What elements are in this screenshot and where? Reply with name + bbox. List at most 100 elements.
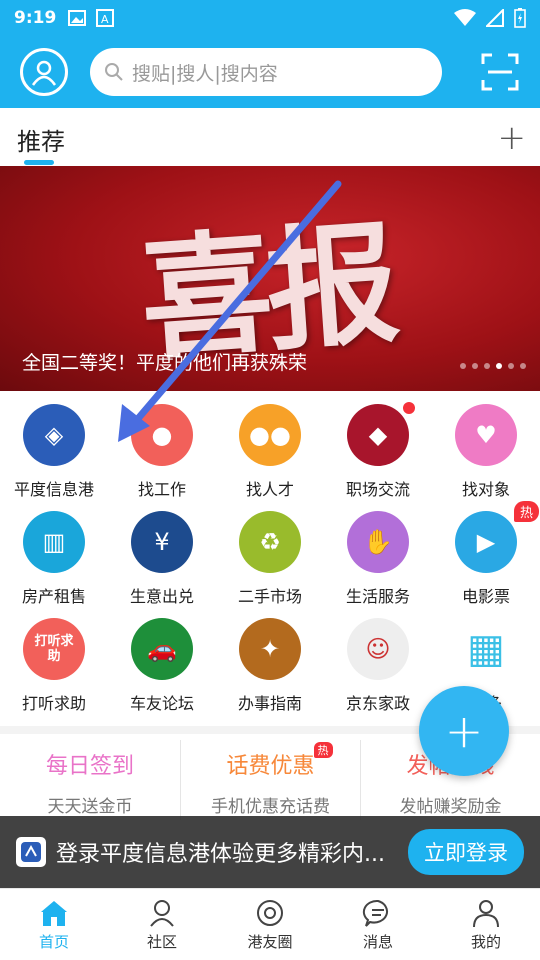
promo-subtitle: 手机优惠充话费 <box>211 797 330 817</box>
pingdu-info-icon: ◈ <box>23 404 85 466</box>
nav-home[interactable]: 首页 <box>0 889 108 960</box>
nav-label: 消息 <box>362 933 393 951</box>
tab-recommend[interactable]: 推荐 <box>17 122 65 157</box>
message-icon <box>362 899 388 927</box>
add-tab-icon[interactable]: + <box>498 118 527 158</box>
nav-community[interactable]: 社区 <box>108 889 216 960</box>
battery-icon <box>514 8 526 28</box>
app-header: 搜贴|搜人|搜内容 <box>0 36 540 108</box>
community-icon <box>150 900 174 927</box>
signal-icon <box>486 9 504 27</box>
category-label: 生活服务 <box>345 587 410 606</box>
text-icon: A <box>96 9 115 27</box>
search-placeholder: 搜贴|搜人|搜内容 <box>132 62 278 85</box>
find-partner-icon: ♥ <box>455 404 517 466</box>
svg-text:A: A <box>101 13 109 26</box>
ask-help-icon: 打听求助 <box>23 618 85 680</box>
promo-title-text: 话费优惠 <box>226 754 315 779</box>
find-job-icon: ● <box>131 404 193 466</box>
category-ask-help[interactable]: 打听求助 打听求助 <box>0 612 108 717</box>
category-label: 车友论坛 <box>129 694 194 713</box>
nav-label: 我的 <box>470 933 501 951</box>
carousel-dot[interactable] <box>496 363 502 369</box>
promo-title: 话费优惠热 <box>226 742 333 780</box>
wifi-icon <box>454 9 476 26</box>
banner-carousel[interactable]: 喜报 全国二等奖！平度的他们再获殊荣 <box>0 166 540 391</box>
category-label: 找人才 <box>245 480 294 499</box>
more-icon: ▦ <box>455 618 517 680</box>
scan-icon[interactable] <box>480 52 520 92</box>
car-forum-icon: 🚗 <box>131 618 193 680</box>
image-icon <box>68 10 87 26</box>
carousel-dots <box>460 363 526 369</box>
category-office-guide[interactable]: ✦ 办事指南 <box>216 612 324 717</box>
search-input[interactable]: 搜贴|搜人|搜内容 <box>90 48 442 96</box>
housing-icon: ▥ <box>23 511 85 573</box>
hot-badge: 热 <box>513 501 539 522</box>
category-label: 办事指南 <box>237 694 302 713</box>
category-housing[interactable]: ▥ 房产租售 <box>0 505 108 610</box>
category-find-job[interactable]: ● 找工作 <box>108 398 216 503</box>
jd-housekeeping-icon: ☺ <box>347 618 409 680</box>
hot-badge: 热 <box>313 742 333 758</box>
category-business-transfer[interactable]: ¥ 生意出兑 <box>108 505 216 610</box>
carousel-dot[interactable] <box>484 363 490 369</box>
category-life-service[interactable]: ✋ 生活服务 <box>324 505 432 610</box>
category-label: 打听求助 <box>21 694 86 713</box>
promo-phone-credit[interactable]: 话费优惠热 手机优惠充话费 <box>180 740 360 820</box>
category-label: 职场交流 <box>345 480 410 499</box>
app-logo-icon <box>16 837 46 867</box>
search-icon <box>105 63 123 81</box>
category-label: 二手市场 <box>237 587 302 606</box>
nav-friends-circle[interactable]: 港友圈 <box>216 889 324 960</box>
category-workplace[interactable]: ◆ 职场交流 <box>324 398 432 503</box>
home-icon <box>41 901 67 926</box>
category-label: 京东家政 <box>345 694 410 713</box>
promo-daily-checkin[interactable]: 每日签到 天天送金币 <box>0 740 180 820</box>
carousel-dot[interactable] <box>508 363 514 369</box>
promo-subtitle: 天天送金币 <box>47 797 133 817</box>
category-label: 房产租售 <box>21 587 86 606</box>
category-pingdu-info[interactable]: ◈ 平度信息港 <box>0 398 108 503</box>
login-button[interactable]: 立即登录 <box>408 829 524 875</box>
promo-subtitle: 发帖赚奖励金 <box>399 797 502 817</box>
carousel-dot[interactable] <box>460 363 466 369</box>
status-bar: 9:19 A <box>0 0 540 36</box>
category-label: 找对象 <box>461 480 510 499</box>
nav-me[interactable]: 我的 <box>432 889 540 960</box>
tab-bar: 推荐 + <box>0 108 540 166</box>
profile-button[interactable] <box>20 48 68 96</box>
category-car-forum[interactable]: 🚗 车友论坛 <box>108 612 216 717</box>
category-second-hand[interactable]: ♻ 二手市场 <box>216 505 324 610</box>
workplace-icon: ◆ <box>347 402 415 466</box>
login-banner: 登录平度信息港体验更多精彩内... 立即登录 <box>0 816 540 888</box>
create-post-button[interactable]: + <box>419 686 509 776</box>
carousel-dot[interactable] <box>472 363 478 369</box>
user-icon <box>31 60 57 86</box>
office-guide-icon: ✦ <box>239 618 301 680</box>
login-message: 登录平度信息港体验更多精彩内... <box>56 842 385 867</box>
nav-label: 首页 <box>38 933 69 951</box>
life-service-icon: ✋ <box>347 511 409 573</box>
nav-label: 港友圈 <box>247 933 293 951</box>
category-find-talent[interactable]: ●● 找人才 <box>216 398 324 503</box>
category-label: 生意出兑 <box>129 587 194 606</box>
promo-title: 每日签到 <box>45 754 134 779</box>
active-tab-indicator <box>24 160 54 165</box>
status-time: 9:19 <box>14 8 57 28</box>
category-jd-housekeeping[interactable]: ☺ 京东家政 <box>324 612 432 717</box>
banner-caption: 全国二等奖！平度的他们再获殊荣 <box>22 352 308 374</box>
second-hand-icon: ♻ <box>239 511 301 573</box>
movie-ticket-icon: ▶ 热 <box>455 501 539 573</box>
business-transfer-icon: ¥ <box>131 511 193 573</box>
carousel-dot[interactable] <box>520 363 526 369</box>
person-icon <box>473 900 499 928</box>
category-movie-ticket[interactable]: ▶ 热电影票 <box>432 501 540 610</box>
bottom-navigation: 首页 社区 港友圈 消息 我的 <box>0 888 540 960</box>
notification-dot <box>403 402 415 414</box>
category-label: 找工作 <box>137 480 186 499</box>
category-find-partner[interactable]: ♥ 找对象 <box>432 398 540 503</box>
nav-messages[interactable]: 消息 <box>324 889 432 960</box>
category-label: 电影票 <box>461 587 510 606</box>
category-label: 平度信息港 <box>13 480 94 499</box>
